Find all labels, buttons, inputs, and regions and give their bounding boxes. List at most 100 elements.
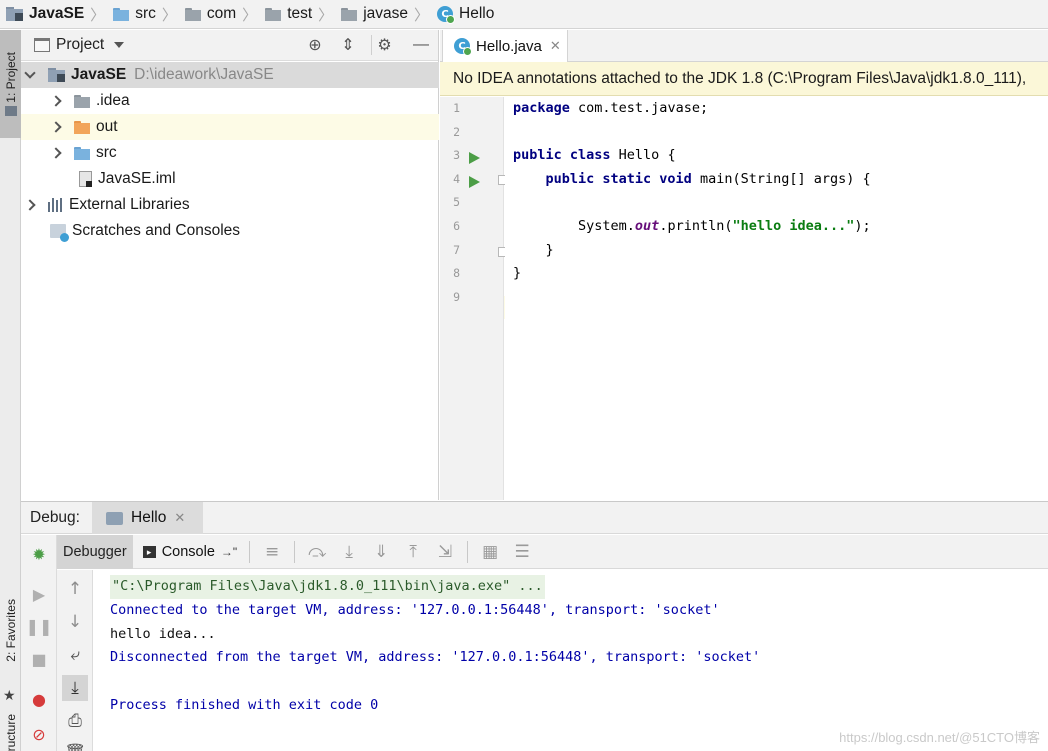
project-folder-icon	[6, 7, 23, 21]
step-over-icon[interactable]: ⤼	[301, 538, 333, 566]
editor-gutter: 1 2 3 4 5 6 7 8 9	[440, 97, 509, 500]
package-folder-icon	[265, 7, 282, 21]
print-icon[interactable]: ⎙	[62, 708, 88, 734]
watermark: https://blog.csdn.net/@51CTO博客	[839, 730, 1040, 745]
clear-all-icon[interactable]: 🗑	[62, 740, 88, 751]
trace-icon[interactable]: ☰	[506, 538, 538, 566]
breadcrumb-item-test[interactable]: test 〉	[265, 0, 341, 29]
tool-tab-structure[interactable]: ructure	[0, 695, 21, 751]
project-tool-icon	[4, 106, 17, 117]
tree-item-external-libraries[interactable]: External Libraries	[21, 192, 439, 218]
java-class-icon: C	[454, 38, 472, 56]
source-folder-icon	[74, 146, 90, 160]
chevron-right-icon[interactable]	[50, 121, 62, 133]
breadcrumb-item-javase-package[interactable]: javase 〉	[341, 0, 437, 29]
run-main-icon[interactable]	[469, 176, 480, 188]
line-number: 9	[453, 289, 460, 304]
scroll-down-icon[interactable]: ↓	[62, 609, 88, 635]
project-panel-header: Project ⊕ ⇕ ⚙ —	[21, 30, 438, 61]
debug-actions-toolbar: ✹ ▶ ❚❚ ■ ● ⊘	[21, 535, 57, 751]
soft-wrap-icon[interactable]: ⤶	[62, 642, 88, 668]
line-number: 3	[453, 148, 460, 163]
navigation-breadcrumb: JavaSE 〉 src 〉 com 〉 test 〉 javase 〉 C H…	[0, 0, 1048, 29]
breadcrumb-item-src[interactable]: src 〉	[113, 0, 185, 29]
tree-item-javase-iml[interactable]: JavaSE.iml	[21, 166, 439, 192]
tab-console[interactable]: ▸ Console →"	[133, 535, 243, 569]
code-line-6: System.out.println("hello idea...");	[513, 218, 871, 234]
tree-item-project-root[interactable]: JavaSE D:\ideawork\JavaSE	[21, 62, 439, 88]
evaluate-expression-icon[interactable]: ▦	[474, 538, 506, 566]
breadcrumb-separator-icon: 〉	[414, 6, 430, 24]
run-class-icon[interactable]	[469, 152, 480, 164]
console-line-exit: Process finished with exit code 0	[110, 697, 379, 713]
library-icon	[48, 198, 62, 212]
tab-debugger[interactable]: Debugger	[57, 534, 133, 569]
minimize-icon[interactable]: —	[410, 35, 432, 55]
locate-target-icon[interactable]: ⊕	[304, 35, 326, 55]
line-number: 2	[453, 124, 460, 139]
tree-item-src[interactable]: src	[21, 140, 439, 166]
java-class-icon: C	[437, 6, 456, 24]
console-line-connected: Connected to the target VM, address: '12…	[110, 602, 720, 618]
chevron-down-icon[interactable]	[114, 42, 125, 48]
pause-icon[interactable]: ❚❚	[26, 613, 53, 639]
line-number: 8	[453, 266, 460, 281]
collapse-all-icon[interactable]: ⇕	[337, 35, 359, 55]
project-view-selector[interactable]: Project	[56, 36, 104, 54]
line-number: 5	[453, 195, 460, 210]
toolbar-separator	[294, 540, 296, 563]
stop-icon[interactable]: ■	[26, 646, 52, 672]
chevron-right-icon[interactable]	[50, 95, 62, 107]
line-number: 4	[453, 171, 460, 186]
close-icon[interactable]: ✕	[550, 38, 561, 54]
editor-tab-hello-java[interactable]: C Hello.java ✕	[442, 30, 568, 62]
breadcrumb-separator-icon: 〉	[318, 6, 334, 24]
tool-tab-project[interactable]: 1: Project	[0, 30, 21, 138]
folder-icon	[74, 94, 90, 108]
project-tool-window: Project ⊕ ⇕ ⚙ — JavaSE D:\ideawork\JavaS…	[21, 30, 439, 500]
console-icon: ▸	[142, 545, 156, 558]
breadcrumb-item-com[interactable]: com 〉	[184, 0, 265, 29]
chevron-down-icon[interactable]	[24, 67, 36, 79]
toolbar-separator	[249, 540, 251, 563]
tree-item-out[interactable]: out	[21, 114, 439, 140]
code-line-8: }	[513, 265, 522, 282]
tree-item-scratches[interactable]: Scratches and Consoles	[21, 218, 439, 244]
editor-tab-bar: C Hello.java ✕	[440, 30, 1048, 62]
step-into-icon[interactable]: ⤓	[333, 538, 365, 566]
debug-header: Debug: Hello ✕	[21, 502, 1048, 534]
debug-tool-window: Debug: Hello ✕ ✹ ▶ ❚❚ ■ ● ⊘ Debugger ▸ C…	[21, 501, 1048, 751]
breadcrumb-separator-icon: 〉	[242, 6, 258, 24]
breadcrumb-item-hello[interactable]: C Hello	[437, 0, 494, 29]
console-side-toolbar: ↑ ↓ ⤶ ⤓ ⎙ 🗑	[57, 570, 93, 751]
resume-icon[interactable]: ▶	[26, 581, 52, 607]
console-line-command: "C:\Program Files\Java\jdk1.8.0_111\bin\…	[110, 575, 545, 599]
breadcrumb-item-javase[interactable]: JavaSE 〉	[6, 0, 113, 29]
code-text-area[interactable]: package com.test.javase; public class He…	[505, 97, 1048, 500]
debug-bug-icon[interactable]: ✹	[26, 541, 52, 567]
view-breakpoints-icon[interactable]: ●	[26, 686, 52, 712]
chevron-right-icon[interactable]	[24, 199, 36, 211]
module-file-icon	[79, 171, 92, 187]
chevron-right-icon[interactable]	[50, 147, 62, 159]
step-out-icon[interactable]: ⤒	[397, 538, 429, 566]
mute-breakpoints-icon[interactable]: ⊘	[26, 721, 52, 747]
show-execution-point-icon[interactable]: ≡	[256, 538, 288, 566]
close-icon[interactable]: ✕	[174, 510, 185, 526]
run-config-icon	[106, 511, 123, 525]
breadcrumb-separator-icon: 〉	[90, 6, 106, 24]
console-line-disconnected: Disconnected from the target VM, address…	[110, 649, 761, 665]
scroll-up-icon[interactable]: ↑	[62, 576, 88, 602]
scratches-icon	[50, 224, 69, 242]
project-view-icon	[34, 38, 50, 52]
gear-icon[interactable]: ⚙	[371, 35, 397, 55]
debug-session-tab-hello[interactable]: Hello ✕	[92, 502, 203, 534]
package-folder-icon	[341, 7, 358, 21]
scroll-to-end-icon[interactable]: ⤓	[62, 675, 88, 701]
console-output[interactable]: "C:\Program Files\Java\jdk1.8.0_111\bin\…	[94, 570, 1048, 751]
project-folder-icon	[48, 68, 65, 82]
tree-item-idea[interactable]: .idea	[21, 88, 439, 114]
force-step-into-icon[interactable]: ⇓	[365, 538, 397, 566]
run-to-cursor-icon[interactable]: ⇲	[429, 538, 461, 566]
tool-tab-favorites[interactable]: 2: Favorites	[0, 580, 21, 680]
